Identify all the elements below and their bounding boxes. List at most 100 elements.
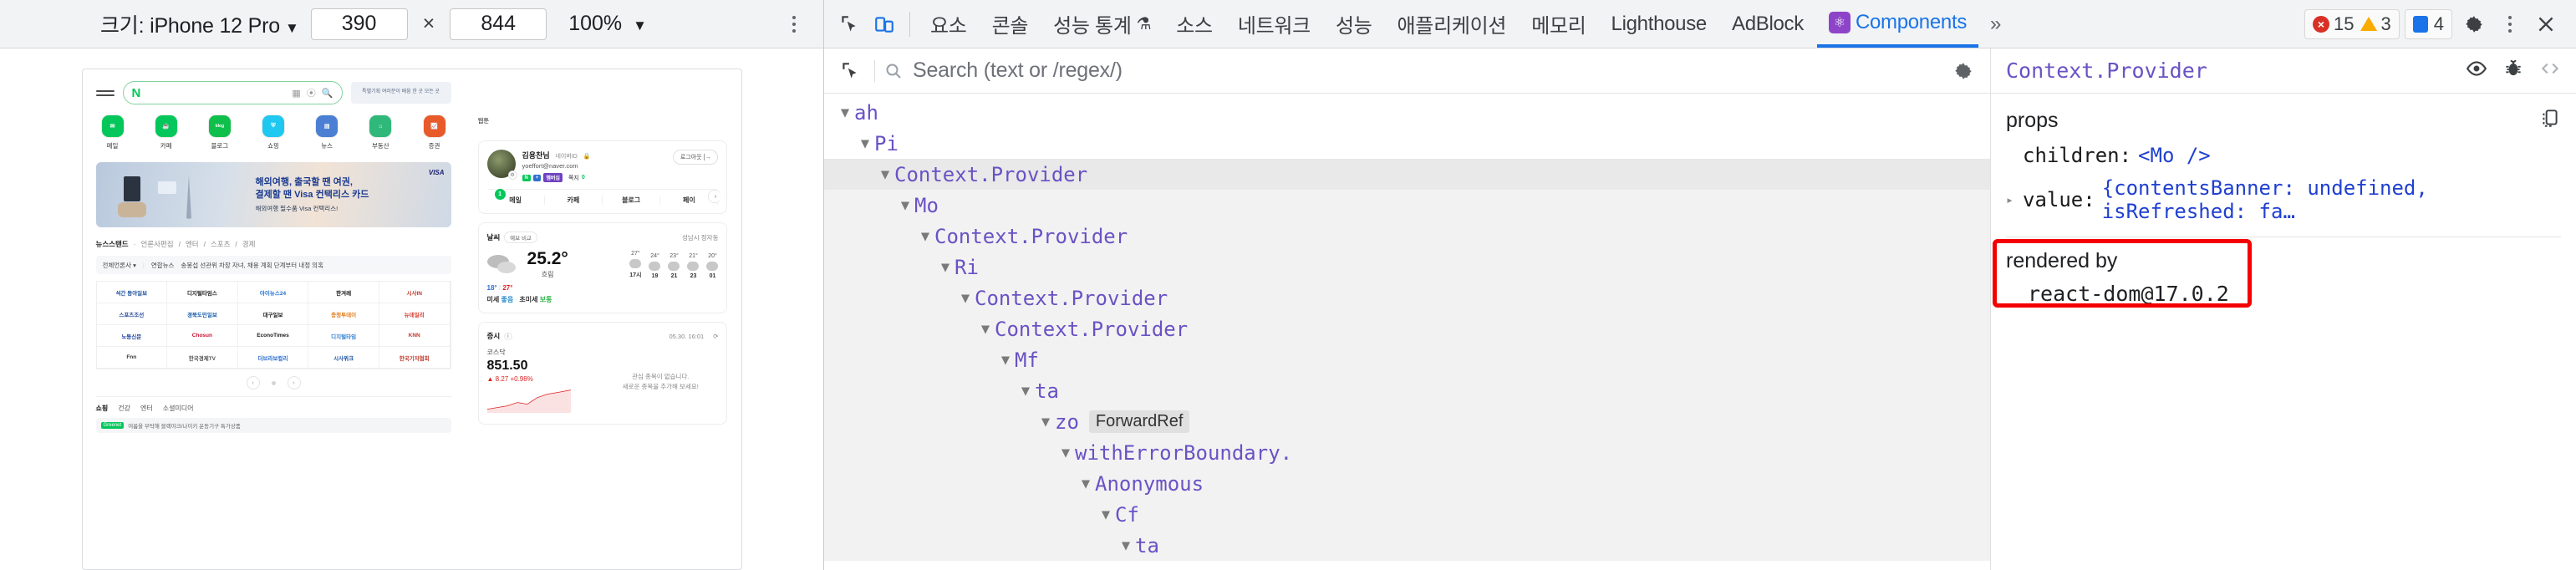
view-source-icon[interactable] — [2539, 58, 2561, 84]
press-filter[interactable]: 전체언론사 ▾ — [103, 261, 136, 270]
device-zoom-selector[interactable]: 100% ▼ — [568, 12, 647, 36]
device-size-selector[interactable]: 크기: iPhone 12 Pro ▼ — [100, 9, 299, 39]
expand-arrow-icon[interactable]: ▼ — [896, 197, 914, 214]
copy-to-clipboard-icon[interactable] — [2539, 107, 2561, 135]
press-cell[interactable]: 디지털타임스 — [167, 282, 238, 303]
kebab-menu-icon[interactable] — [2496, 8, 2524, 40]
secondary-tab[interactable]: 소셜미디어 — [163, 404, 194, 413]
tree-row[interactable]: ▼ Context.Provider — [824, 282, 1990, 313]
expand-arrow-icon[interactable]: ▼ — [836, 104, 854, 121]
grid-icon[interactable]: ▦ — [292, 88, 300, 99]
press-cell[interactable]: 시사IN — [379, 282, 451, 303]
mic-icon[interactable]: ⦿ — [307, 86, 316, 99]
expand-arrow-icon[interactable]: ▼ — [856, 135, 874, 152]
tab-console[interactable]: 콘솔 — [980, 1, 1041, 48]
secondary-tab[interactable]: 건강 — [118, 404, 130, 413]
press-cell[interactable]: 스포츠조선 — [96, 303, 168, 325]
inspect-element-icon[interactable] — [832, 8, 866, 41]
tab-adblock[interactable]: AdBlock — [1720, 1, 1815, 48]
tree-row[interactable]: ▼ Context.Provider — [824, 313, 1990, 344]
prop-value[interactable]: <Mo /> — [2138, 144, 2211, 167]
issue-counts[interactable]: × 15 3 — [2304, 8, 2400, 39]
expand-arrow-icon[interactable]: ▼ — [956, 290, 975, 307]
naver-header-ad[interactable]: 특별기획 여러분이 배움 한 곳 모든 곳 — [350, 82, 451, 104]
search-input[interactable]: Search (text or /regex/) — [883, 59, 1938, 83]
hamburger-menu-icon[interactable] — [95, 89, 115, 96]
newsstand-tab[interactable]: 언론사편집 — [140, 239, 173, 249]
next-page-button[interactable]: › — [287, 376, 301, 389]
secondary-tab[interactable]: 엔터 — [140, 404, 153, 413]
tree-row[interactable]: ▼ zo ForwardRef — [824, 406, 1990, 437]
toggle-device-toolbar-icon[interactable] — [868, 8, 901, 41]
shortcut-item[interactable]: blog 블로그 — [203, 115, 237, 150]
expand-arrow-icon[interactable]: ▼ — [876, 166, 894, 183]
tab-performance-insights[interactable]: 성능 통계 ⚗ — [1041, 1, 1163, 48]
eye-icon[interactable] — [2466, 58, 2487, 84]
naver-search-box[interactable]: N ▦ ⦿ 🔍 — [122, 81, 343, 104]
shortcut-item[interactable]: ⌂ 부동산 — [364, 115, 397, 150]
rendered-by-value[interactable]: react-dom@17.0.2 — [2028, 282, 2561, 306]
tree-row[interactable]: ▼ Anonymous — [824, 468, 1990, 499]
press-cell[interactable]: 한국경제TV — [167, 347, 238, 369]
select-element-icon[interactable] — [834, 55, 866, 87]
tree-row[interactable]: ▼ Mo — [824, 190, 1990, 221]
forecast-compare-chip[interactable]: 예보 비교 — [504, 232, 537, 243]
logout-button[interactable]: 로그아웃 [→ — [672, 150, 719, 165]
press-cell[interactable]: 디지털타임 — [308, 325, 379, 347]
shortcut-item[interactable]: ⛨ 쇼핑 — [257, 115, 290, 150]
gear-icon[interactable] — [2457, 8, 2491, 41]
shortcut-item[interactable]: ✉ 메일 — [96, 115, 130, 150]
kebab-menu-icon[interactable] — [780, 8, 808, 40]
naver-visa-banner[interactable]: 해외여행, 출국할 땐 여권, 결제할 땐 Visa 컨택리스 카드 해외여행 … — [95, 162, 451, 227]
warning-count[interactable]: 3 — [2360, 13, 2391, 35]
bug-icon[interactable] — [2502, 58, 2524, 84]
page-dot[interactable] — [271, 380, 276, 385]
tab-lighthouse[interactable]: Lighthouse — [1600, 1, 1718, 48]
expand-arrow-icon[interactable]: ▼ — [936, 259, 955, 276]
press-cell[interactable]: 대구일보 — [237, 303, 309, 325]
device-height-input[interactable]: 844 — [450, 8, 547, 40]
newsstand-tab[interactable]: 스포츠 — [211, 239, 230, 249]
prev-page-button[interactable]: ‹ — [246, 376, 260, 389]
tree-row-selected[interactable]: ▼ Context.Provider — [824, 159, 1990, 190]
tree-row[interactable]: ▼ withErrorBoundary. — [824, 437, 1990, 468]
profile-menu-item[interactable]: 카페 — [545, 196, 603, 205]
device-width-input[interactable]: 390 — [310, 8, 408, 40]
tree-row[interactable]: ▼ Ri — [824, 252, 1990, 282]
tab-application[interactable]: 애플리케이션 — [1386, 1, 1519, 48]
newsstand-tab[interactable]: 엔터 — [186, 239, 199, 249]
press-cell[interactable]: Fnn — [96, 347, 168, 369]
headline-text[interactable]: 송봉섭 선관위 차장 자녀, 채용 계획 단계부터 내정 의혹 — [181, 261, 323, 270]
message-count[interactable]: 4 — [2404, 8, 2452, 39]
tree-row[interactable]: ▼ ah — [824, 97, 1990, 128]
tab-network[interactable]: 네트워크 — [1226, 1, 1322, 48]
tab-memory[interactable]: 메모리 — [1520, 1, 1597, 48]
tree-row[interactable]: ▼ Context.Provider — [824, 221, 1990, 252]
refresh-icon[interactable]: ⟳ — [713, 333, 718, 340]
tree-row[interactable]: ▼ ta — [824, 375, 1990, 406]
press-cell[interactable]: 노동신문 — [96, 325, 168, 347]
expand-arrow-icon[interactable]: ▼ — [1056, 445, 1075, 461]
device-viewport[interactable]: N ▦ ⦿ 🔍 특별기획 여러분이 배움 한 곳 모든 곳 ✉ 메일 ☕ 카페 … — [0, 48, 823, 570]
close-icon[interactable] — [2529, 8, 2563, 41]
error-count[interactable]: × 15 — [2313, 13, 2355, 35]
tree-row[interactable]: ▼ Cf — [824, 499, 1990, 530]
gear-icon[interactable]: ⚙ — [507, 170, 517, 180]
expand-arrow-icon[interactable]: ▼ — [1117, 537, 1135, 554]
press-cell[interactable]: 석간 동아일보 — [96, 282, 168, 303]
tab-sources[interactable]: 소스 — [1164, 1, 1224, 48]
press-cell[interactable]: KNN — [379, 325, 451, 347]
press-cell[interactable]: 충청투데이 — [308, 303, 379, 325]
shortcut-item[interactable]: ☕ 카페 — [150, 115, 183, 150]
expand-arrow-icon[interactable]: ▼ — [996, 352, 1015, 369]
press-cell[interactable]: 경북도민일보 — [167, 303, 238, 325]
expand-arrow-icon[interactable]: ▼ — [1077, 476, 1095, 492]
prop-row[interactable]: children: <Mo /> — [2006, 144, 2561, 167]
tree-row[interactable]: ▼ Mf — [824, 344, 1990, 375]
press-cell[interactable]: 아이뉴스24 — [237, 282, 309, 303]
tab-components[interactable]: ⚛ Components — [1816, 1, 1979, 48]
search-icon[interactable]: 🔍 — [322, 88, 333, 99]
press-cell[interactable]: 한국기자협회 — [379, 347, 451, 369]
newsstand-tab[interactable]: 경제 — [242, 239, 256, 249]
tab-elements[interactable]: 요소 — [919, 1, 979, 48]
